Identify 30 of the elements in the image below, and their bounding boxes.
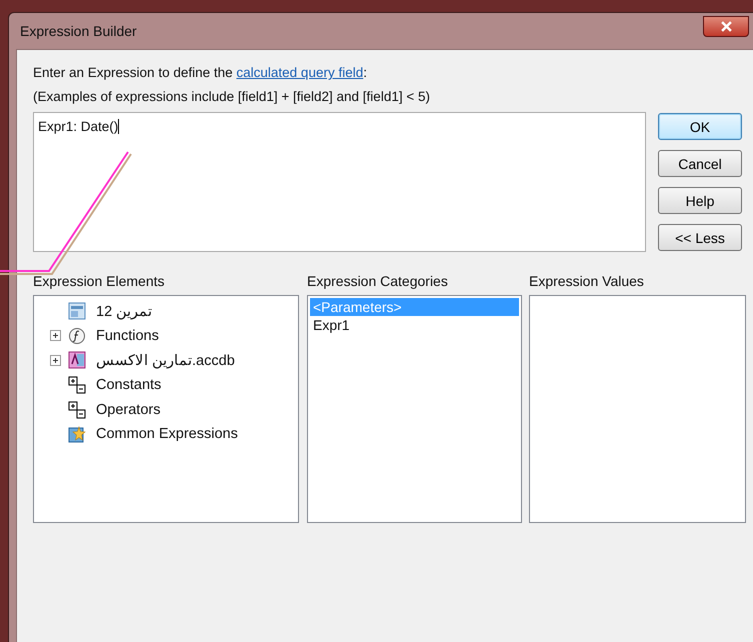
tree-item[interactable]: تمرين 12 [96, 302, 152, 320]
plus-minus-icon [68, 376, 86, 394]
star-badge-icon [68, 425, 86, 444]
tree-item[interactable]: Functions [96, 328, 159, 344]
elements-label: Expression Elements [33, 272, 166, 290]
close-icon [720, 20, 732, 32]
database-icon [68, 351, 86, 370]
instruction-text: Enter an Expression to define the calculated query field: [33, 64, 368, 82]
calculated-query-field-link[interactable]: calculated query field [236, 65, 364, 80]
tree-item[interactable]: Operators [96, 402, 160, 418]
list-item[interactable]: Expr1 [310, 316, 519, 334]
dialog-button[interactable]: OK [658, 113, 742, 140]
values-label: Expression Values [529, 272, 645, 290]
expression-field[interactable]: Expr1: Date() [33, 112, 646, 252]
plus-minus-icon [68, 400, 86, 419]
examples-text: (Examples of expressions include [field1] + [field2] and [field1] < 5) [33, 88, 431, 106]
expand-toggle-icon[interactable] [50, 354, 61, 366]
tree-item[interactable]: Common Expressions [96, 426, 238, 442]
form-icon [68, 302, 86, 320]
tree-item[interactable]: Constants [96, 377, 162, 394]
dialog-button[interactable]: << Less [658, 224, 742, 251]
dialog-button[interactable]: Cancel [658, 150, 742, 177]
function-icon [68, 326, 86, 345]
close-button[interactable] [703, 16, 749, 36]
window-title: Expression Builder [19, 23, 137, 39]
text-cursor [118, 119, 120, 134]
dialog-button[interactable]: Help [658, 187, 742, 214]
tree-item[interactable]: تمارين الاكسس.accdb [96, 352, 235, 369]
expand-toggle-icon[interactable] [50, 330, 61, 342]
categories-label: Expression Categories [307, 272, 449, 290]
